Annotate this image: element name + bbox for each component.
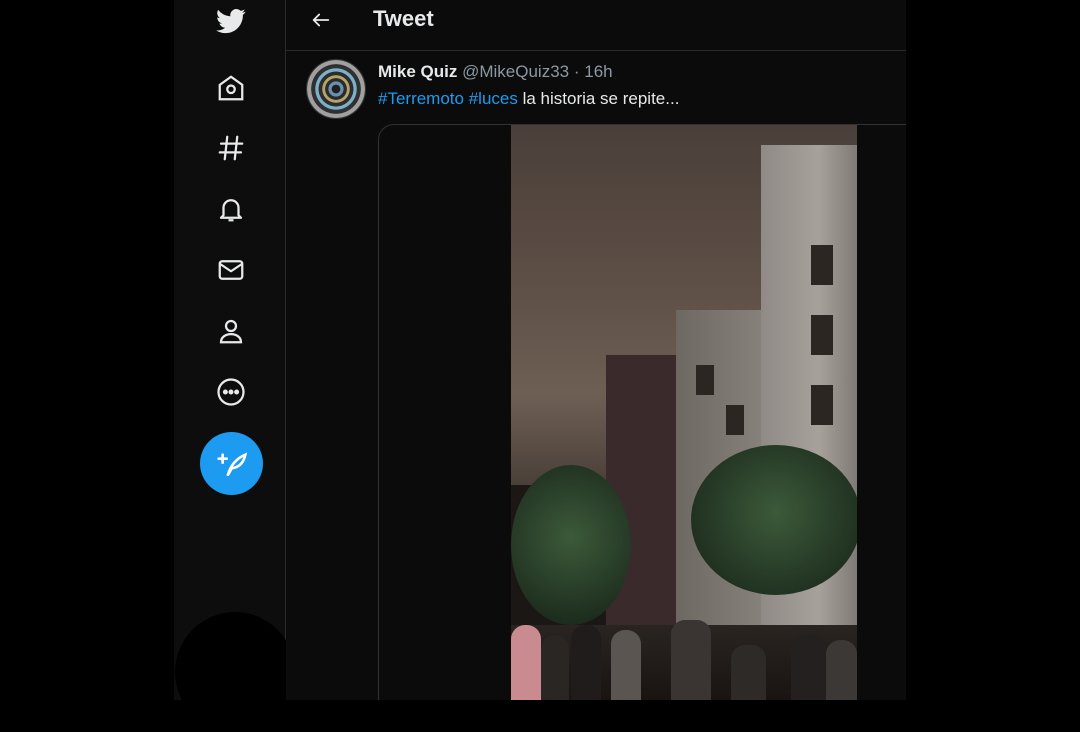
nav-messages[interactable]	[214, 253, 248, 287]
video-window	[696, 365, 714, 395]
page-header: Tweet	[286, 0, 906, 51]
video-person	[511, 625, 541, 700]
app-root: Tweet Mike Quiz @MikeQuiz33 · 16h #Terre…	[0, 0, 1080, 732]
meta-separator: ·	[573, 62, 580, 81]
back-button[interactable]	[308, 8, 334, 32]
main-column: Tweet Mike Quiz @MikeQuiz33 · 16h #Terre…	[286, 0, 906, 700]
video-window	[811, 385, 833, 425]
video-person	[611, 630, 641, 700]
video-person	[791, 635, 826, 700]
hashtag-icon	[218, 135, 244, 161]
tweet-meta: Mike Quiz @MikeQuiz33 · 16h	[378, 62, 613, 82]
video-tree	[691, 445, 857, 595]
person-icon	[219, 319, 243, 344]
tweet-time[interactable]: 16h	[584, 62, 612, 81]
video-person	[826, 640, 857, 700]
bell-icon	[219, 199, 243, 222]
more-icon	[217, 378, 245, 406]
video-person	[671, 620, 711, 700]
arrow-left-icon	[312, 13, 330, 27]
tweet-media[interactable]	[378, 124, 906, 700]
author-handle[interactable]: @MikeQuiz33	[462, 62, 569, 81]
author-name[interactable]: Mike Quiz	[378, 62, 457, 81]
video-person	[731, 645, 766, 700]
sidebar-nav	[174, 0, 286, 700]
hashtag-link[interactable]: #Terremoto	[378, 89, 464, 108]
tweet-text: #Terremoto #luces la historia se repite.…	[378, 89, 679, 109]
hashtag-link[interactable]: #luces	[469, 89, 518, 108]
home-icon	[218, 75, 244, 101]
video-window	[811, 315, 833, 355]
video-building	[761, 145, 857, 700]
account-switcher[interactable]	[175, 612, 295, 732]
nav-notifications[interactable]	[214, 192, 248, 226]
video-person	[571, 625, 601, 700]
video-window	[726, 405, 744, 435]
nav-explore[interactable]	[214, 131, 248, 165]
mail-icon	[218, 260, 244, 280]
nav-more[interactable]	[214, 375, 248, 409]
nav-profile[interactable]	[214, 314, 248, 348]
twitter-logo-link[interactable]	[214, 4, 248, 38]
video-window	[811, 245, 833, 285]
nav-home[interactable]	[214, 71, 248, 105]
compose-tweet-button[interactable]	[200, 432, 263, 495]
avatar[interactable]	[306, 59, 366, 119]
compose-feather-icon	[216, 451, 247, 476]
twitter-bird-icon	[216, 9, 246, 34]
video-person	[541, 635, 569, 700]
page-title: Tweet	[373, 6, 434, 31]
tweet-body-text: la historia se repite...	[517, 89, 680, 108]
video-player[interactable]	[511, 125, 857, 700]
video-tree	[511, 465, 631, 625]
